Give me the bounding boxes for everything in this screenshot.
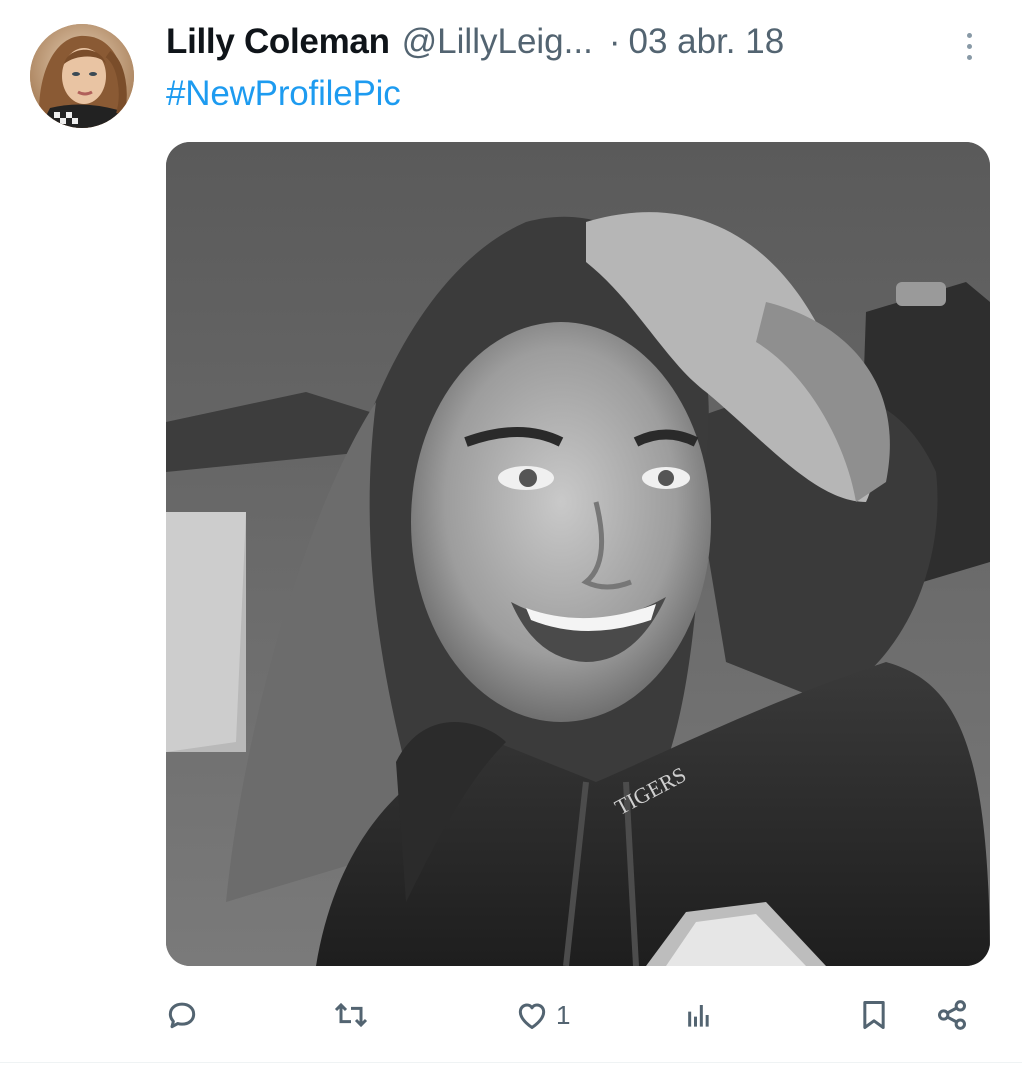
reply-icon [168,1002,196,1029]
tweet-actions-bar: 1 [160,990,980,1040]
heart-icon [518,1003,546,1029]
hashtag-link[interactable]: #NewProfilePic [166,74,401,114]
avatar-image [30,24,134,128]
views-chart-icon [688,1005,709,1027]
like-count: 1 [556,999,571,1030]
tweet-card[interactable]: Lilly Coleman @LillyLeig... · 03 abr. 18… [0,0,1022,1083]
reply-button[interactable] [162,990,202,1040]
tweet-date[interactable]: 03 abr. 18 [628,22,784,62]
tweet-media-photo[interactable]: TIGERS [166,142,990,966]
like-button[interactable]: 1 [512,990,570,1040]
more-options-icon[interactable] [954,26,984,66]
share-icon [938,1000,966,1030]
share-button[interactable] [932,990,972,1040]
tweet-divider [0,1062,1022,1063]
tweet-header: Lilly Coleman @LillyLeig... · 03 abr. 18 [166,18,784,66]
separator-dot: · [608,22,621,61]
bookmark-button[interactable] [854,990,894,1040]
bookmark-icon [863,1001,885,1029]
author-avatar[interactable] [30,24,134,128]
retweet-button[interactable] [330,990,372,1040]
retweet-icon [334,1002,368,1028]
views-button[interactable] [678,990,718,1040]
photo-image: TIGERS [166,142,990,966]
author-name[interactable]: Lilly Coleman [166,22,390,62]
author-handle[interactable]: @LillyLeig... [402,22,593,62]
